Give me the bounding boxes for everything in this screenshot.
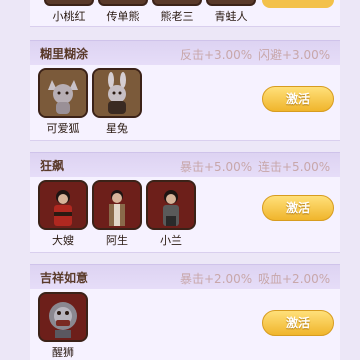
- character-portrait[interactable]: [206, 0, 256, 6]
- rabbit-icon: [94, 70, 140, 116]
- combo-bonus-1: 暴击+5.00%: [180, 160, 253, 174]
- combo-title: 糊里糊涂: [40, 47, 89, 61]
- activate-button[interactable]: [262, 0, 334, 8]
- combo-title: 狂飙: [40, 159, 65, 173]
- combo-header: 糊里糊涂 反击+3.00% 闪避+3.00%: [30, 40, 340, 65]
- character-portrait[interactable]: [44, 0, 94, 6]
- girl-icon: [148, 182, 194, 228]
- lion-dance-icon: [40, 294, 86, 340]
- combo-title: 吉祥如意: [40, 271, 89, 285]
- character-portrait[interactable]: [92, 68, 142, 118]
- character-portrait[interactable]: [38, 180, 88, 230]
- man-icon: [94, 182, 140, 228]
- character-portrait[interactable]: [152, 0, 202, 6]
- combo-card: 狂飙 暴击+5.00% 连击+5.00% 大嫂 阿生 小兰 激活: [30, 152, 340, 253]
- character-portrait[interactable]: [92, 180, 142, 230]
- character-name: 醒狮: [52, 346, 74, 359]
- character-name: 大嫂: [52, 234, 74, 247]
- combo-list-page: 小桃红 传单熊 熊老三 青蛙人 糊里糊涂 反击+3.00% 闪避+3.00% 可…: [0, 0, 360, 360]
- combo-bonus-1: 反击+3.00%: [180, 48, 253, 62]
- fox-icon: [40, 70, 86, 116]
- character-name: 传单熊: [106, 10, 140, 23]
- character-name: 青蛙人: [214, 10, 248, 23]
- woman-icon: [40, 182, 86, 228]
- character-name: 阿生: [106, 234, 128, 247]
- combo-bonus-1: 暴击+2.00%: [180, 272, 253, 286]
- character-name: 小桃红: [52, 10, 86, 23]
- activate-button[interactable]: 激活: [262, 86, 334, 112]
- combo-card: 吉祥如意 暴击+2.00% 吸血+2.00% 醒狮 激活: [30, 264, 340, 360]
- character-portrait[interactable]: [98, 0, 148, 6]
- combo-bonus-2: 闪避+3.00%: [258, 48, 331, 62]
- character-portrait[interactable]: [146, 180, 196, 230]
- character-name: 可爱狐: [46, 122, 80, 135]
- character-portrait[interactable]: [38, 68, 88, 118]
- combo-bonus-2: 连击+5.00%: [258, 160, 331, 174]
- combo-header: 狂飙 暴击+5.00% 连击+5.00%: [30, 152, 340, 177]
- combo-bonus-2: 吸血+2.00%: [258, 272, 331, 286]
- character-name: 小兰: [160, 234, 182, 247]
- character-name: 星兔: [106, 122, 128, 135]
- combo-card-top: 小桃红 传单熊 熊老三 青蛙人: [30, 0, 340, 27]
- activate-button[interactable]: 激活: [262, 310, 334, 336]
- character-name: 熊老三: [160, 10, 194, 23]
- character-portrait[interactable]: [38, 292, 88, 342]
- activate-button[interactable]: 激活: [262, 195, 334, 221]
- combo-card: 糊里糊涂 反击+3.00% 闪避+3.00% 可爱狐 星兔 激活: [30, 40, 340, 141]
- combo-header: 吉祥如意 暴击+2.00% 吸血+2.00%: [30, 264, 340, 289]
